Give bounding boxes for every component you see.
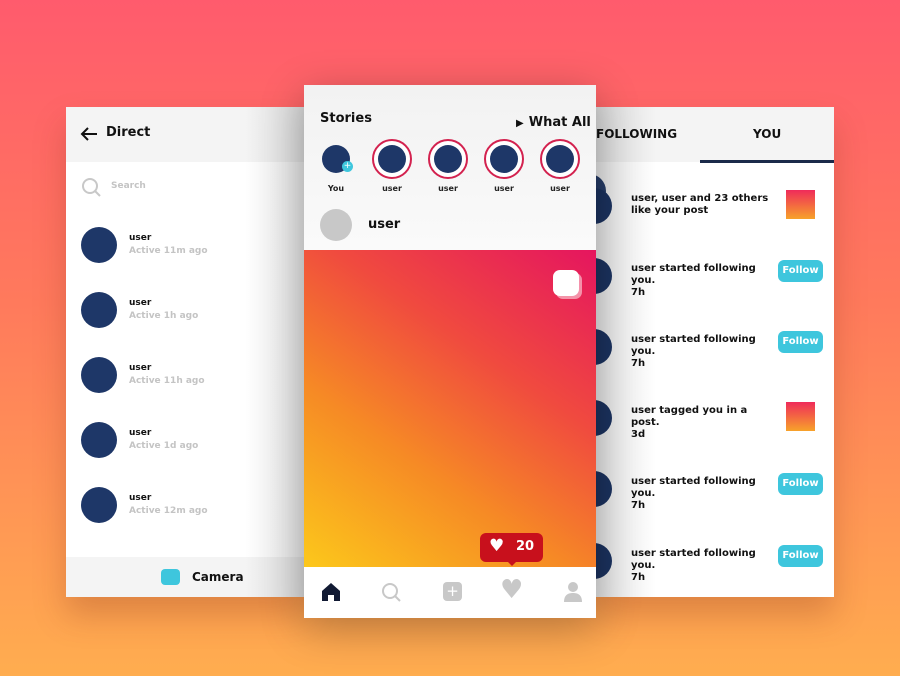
contact-avatar xyxy=(81,422,117,458)
contact-avatar xyxy=(81,227,117,263)
back-arrow-icon[interactable] xyxy=(80,126,98,142)
post-thumbnail[interactable] xyxy=(786,190,815,219)
story-avatar xyxy=(434,145,462,173)
nav-heart-icon[interactable]: ♥ xyxy=(500,575,523,605)
direct-title: Direct xyxy=(106,125,151,140)
add-story-icon[interactable]: + xyxy=(342,161,353,172)
likes-badge: ♥ 20 xyxy=(480,533,543,566)
post-thumbnail[interactable] xyxy=(786,402,815,431)
watch-all-button[interactable]: ▶ What All xyxy=(516,111,591,130)
contact-avatar xyxy=(81,292,117,328)
camera-icon xyxy=(161,569,180,585)
direct-panel: Direct Search user Active 11m ago user A… xyxy=(66,107,305,597)
post-avatar[interactable] xyxy=(320,209,352,241)
heart-icon: ♥ xyxy=(489,536,505,556)
story-ring[interactable] xyxy=(372,139,412,179)
feed-panel: Stories ▶ What All + You user user user … xyxy=(304,85,596,618)
play-icon: ▶ xyxy=(516,118,524,129)
follow-button[interactable]: Follow xyxy=(778,473,823,495)
active-tab-indicator xyxy=(700,160,834,163)
follow-button[interactable]: Follow xyxy=(778,331,823,353)
bottom-nav: + ♥ xyxy=(304,567,596,618)
stories-title: Stories xyxy=(320,111,372,126)
multi-photo-icon xyxy=(553,270,579,296)
tab-you[interactable]: YOU xyxy=(753,127,781,141)
follow-button[interactable]: Follow xyxy=(778,545,823,567)
post-username[interactable]: user xyxy=(368,217,400,232)
follow-button[interactable]: Follow xyxy=(778,260,823,282)
story-avatar xyxy=(490,145,518,173)
nav-home-icon[interactable] xyxy=(321,582,341,602)
activity-panel: FOLLOWING YOU user, user and 23 others l… xyxy=(596,107,834,597)
story-ring[interactable] xyxy=(428,139,468,179)
story-ring[interactable] xyxy=(484,139,524,179)
story-avatar xyxy=(546,145,574,173)
story-ring[interactable] xyxy=(540,139,580,179)
contact-avatar xyxy=(81,487,117,523)
nav-add-icon[interactable]: + xyxy=(443,582,462,601)
post-image[interactable] xyxy=(304,250,596,567)
contact-avatar xyxy=(81,357,117,393)
nav-search-icon[interactable] xyxy=(381,582,403,604)
nav-profile-icon[interactable] xyxy=(563,581,583,603)
story-avatar xyxy=(378,145,406,173)
search-icon xyxy=(82,178,101,197)
